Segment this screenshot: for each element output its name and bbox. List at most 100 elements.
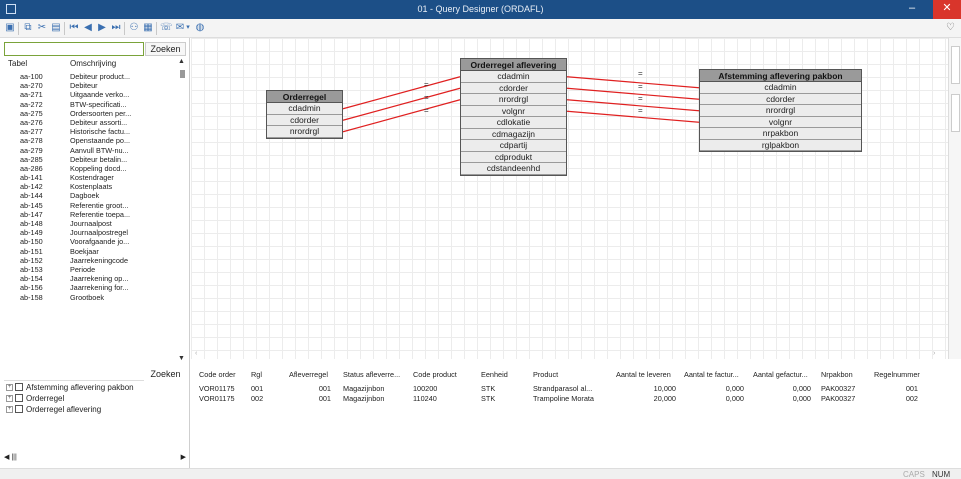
binoculars-icon[interactable]: ⚇ bbox=[128, 22, 140, 34]
checkbox[interactable] bbox=[15, 405, 23, 413]
table-cell[interactable]: STK bbox=[481, 394, 495, 403]
table-cell[interactable]: 10,000 bbox=[616, 384, 676, 393]
table-row[interactable]: ab-151 Boekjaar bbox=[6, 247, 184, 256]
table-row[interactable]: ab-152 Jaarrekeningcode bbox=[6, 256, 184, 265]
tree-search-button[interactable]: Zoeken bbox=[145, 368, 186, 381]
copy-icon[interactable]: ⧉ bbox=[22, 22, 34, 34]
minimize-button[interactable]: – bbox=[898, 0, 926, 19]
side-tab[interactable] bbox=[951, 94, 960, 132]
scroll-right-icon[interactable]: › bbox=[933, 350, 935, 357]
tree-item[interactable]: + Orderregel bbox=[4, 393, 186, 404]
column-header[interactable]: Aantal te leveren bbox=[616, 370, 671, 379]
table-row[interactable]: ab-154 Jaarrekening op... bbox=[6, 274, 184, 283]
table-cell[interactable]: VOR01175 bbox=[199, 384, 235, 393]
search-input[interactable] bbox=[4, 42, 144, 56]
table-row[interactable]: ab-147 Referentie toepa... bbox=[6, 210, 184, 219]
tree-item[interactable]: + Afstemming aflevering pakbon bbox=[4, 382, 186, 393]
entity-afstemming-aflevering-pakbon[interactable]: Afstemming aflevering pakbon cdadmin cdor… bbox=[699, 69, 862, 152]
entity-field[interactable]: cdadmin bbox=[461, 71, 566, 83]
first-record-icon[interactable]: ⏮ bbox=[68, 22, 80, 34]
relation-line[interactable] bbox=[566, 99, 700, 112]
table-cell[interactable]: 002 bbox=[251, 394, 263, 403]
entity-field[interactable]: volgnr bbox=[461, 105, 566, 117]
column-header[interactable]: Product bbox=[533, 370, 558, 379]
checkbox[interactable] bbox=[15, 394, 23, 402]
column-header[interactable]: Regelnummer bbox=[874, 370, 920, 379]
vertical-scrollbar[interactable]: ▲ ▼ bbox=[177, 58, 187, 363]
relation-line[interactable] bbox=[566, 110, 700, 123]
column-header-tabel[interactable]: Tabel bbox=[8, 59, 27, 68]
globe-icon[interactable]: ◍ bbox=[194, 22, 206, 34]
table-row[interactable]: aa-277 Historische factu... bbox=[6, 127, 184, 136]
column-header[interactable]: Afleverregel bbox=[289, 370, 328, 379]
column-header-omschrijving[interactable]: Omschrijving bbox=[70, 59, 116, 68]
entity-field[interactable]: cdadmin bbox=[700, 82, 861, 94]
table-row[interactable]: aa-100 Debiteur product... bbox=[6, 72, 184, 81]
table-row[interactable]: aa-275 Ordersoorten per... bbox=[6, 109, 184, 118]
table-cell[interactable]: Trampoline Morata bbox=[533, 394, 594, 403]
paste-icon[interactable]: ▤ bbox=[50, 22, 62, 34]
table-row[interactable]: aa-276 Debiteur assorti... bbox=[6, 118, 184, 127]
entity-field[interactable]: cdstandeenhd bbox=[461, 163, 566, 175]
table-cell[interactable]: 001 bbox=[289, 384, 331, 393]
entity-field[interactable]: volgnr bbox=[700, 116, 861, 128]
side-tab[interactable] bbox=[951, 46, 960, 84]
table-cell[interactable]: PAK00327 bbox=[821, 394, 855, 403]
table-row[interactable]: aa-270 Debiteur bbox=[6, 81, 184, 90]
close-button[interactable]: ✕ bbox=[933, 0, 961, 19]
previous-record-icon[interactable]: ◀ bbox=[82, 22, 94, 34]
expand-icon[interactable]: + bbox=[6, 395, 13, 402]
table-cell[interactable]: 001 bbox=[289, 394, 331, 403]
column-header[interactable]: Status afleverre... bbox=[343, 370, 400, 379]
entity-field[interactable]: nrpakbon bbox=[700, 128, 861, 140]
entity-field[interactable]: nrordrgl bbox=[461, 94, 566, 106]
column-header[interactable]: Eenheid bbox=[481, 370, 508, 379]
table-row[interactable]: ab-142 Kostenplaats bbox=[6, 182, 184, 191]
entity-field[interactable]: cdorder bbox=[461, 82, 566, 94]
search-button[interactable]: Zoeken bbox=[145, 42, 186, 56]
grid-icon[interactable]: ▦ bbox=[142, 22, 154, 34]
query-designer-canvas[interactable]: Orderregel cdadmin cdorder nrordrgl Orderr… bbox=[191, 38, 948, 359]
table-cell[interactable]: Strandparasol al... bbox=[533, 384, 592, 393]
table-row[interactable]: ab-156 Jaarrekening for... bbox=[6, 283, 184, 292]
table-row[interactable]: ab-141 Kostendrager bbox=[6, 173, 184, 182]
table-row[interactable]: aa-285 Debiteur betalin... bbox=[6, 155, 184, 164]
entity-field[interactable]: rglpakbon bbox=[700, 139, 861, 151]
column-header[interactable]: Aantal gefactur... bbox=[753, 370, 808, 379]
entity-field[interactable]: cdprodukt bbox=[461, 151, 566, 163]
table-row[interactable]: ab-148 Journaalpost bbox=[6, 219, 184, 228]
tree-item[interactable]: + Orderregel aflevering bbox=[4, 404, 186, 415]
scroll-right-icon[interactable]: ▶ bbox=[181, 453, 186, 461]
checkbox[interactable] bbox=[15, 383, 23, 391]
scroll-up-icon[interactable]: ▲ bbox=[178, 58, 185, 65]
entity-orderregel-aflevering[interactable]: Orderregel aflevering cdadmin cdorder nror… bbox=[460, 58, 567, 176]
cut-icon[interactable]: ✂ bbox=[36, 22, 48, 34]
table-cell[interactable]: Magazijnbon bbox=[343, 394, 384, 403]
entity-title[interactable]: Orderregel bbox=[267, 91, 342, 103]
entity-field[interactable]: nrordrgl bbox=[700, 105, 861, 117]
table-cell[interactable]: 0,000 bbox=[684, 384, 744, 393]
table-cell[interactable]: 0,000 bbox=[753, 384, 811, 393]
relation-line[interactable] bbox=[566, 87, 700, 100]
entity-field[interactable]: cdlokatie bbox=[461, 117, 566, 129]
table-row[interactable]: aa-272 BTW-specificati... bbox=[6, 100, 184, 109]
chevron-down-icon[interactable]: ▾ bbox=[185, 22, 191, 34]
table-row[interactable]: aa-271 Uitgaande verko... bbox=[6, 90, 184, 99]
phone-icon[interactable]: ☏ bbox=[160, 22, 173, 34]
scroll-thumb[interactable] bbox=[180, 70, 185, 78]
expand-icon[interactable]: + bbox=[6, 406, 13, 413]
tree-search-input[interactable] bbox=[4, 369, 144, 381]
column-header[interactable]: Code product bbox=[413, 370, 457, 379]
entity-title[interactable]: Afstemming aflevering pakbon bbox=[700, 70, 861, 82]
table-row[interactable]: ab-150 Voorafgaande jo... bbox=[6, 237, 184, 246]
table-row[interactable]: ab-158 Grootboek bbox=[6, 293, 184, 302]
heart-icon[interactable]: ♡ bbox=[946, 22, 955, 33]
entity-orderregel[interactable]: Orderregel cdadmin cdorder nrordrgl bbox=[266, 90, 343, 139]
table-cell[interactable]: 110240 bbox=[413, 394, 437, 403]
entity-field[interactable]: nrordrgl bbox=[267, 126, 342, 138]
table-row[interactable]: ab-149 Journaalpostregel bbox=[6, 228, 184, 237]
tree-horizontal-scrollbar[interactable]: ◀ ||| ▶ bbox=[4, 453, 186, 462]
entity-field[interactable]: cdorder bbox=[267, 114, 342, 126]
entity-field[interactable]: cdadmin bbox=[267, 103, 342, 115]
column-header[interactable]: Nrpakbon bbox=[821, 370, 853, 379]
